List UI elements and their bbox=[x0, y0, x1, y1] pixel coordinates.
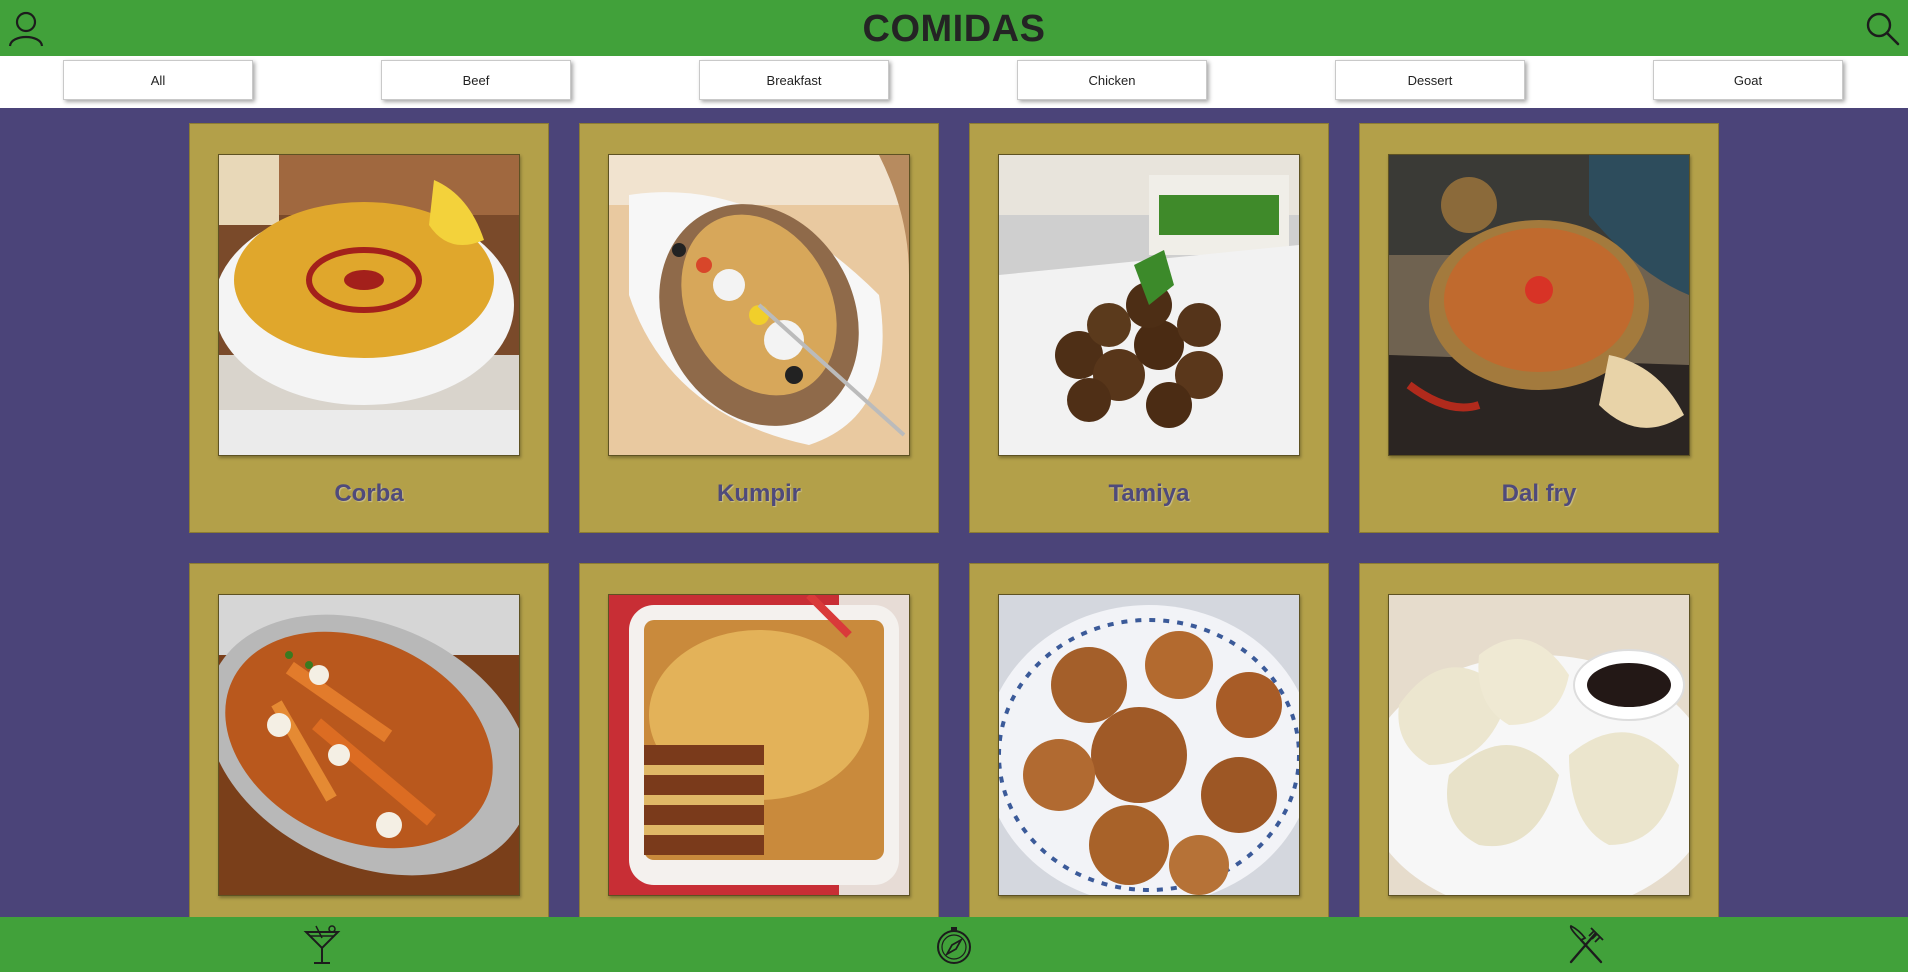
filter-goat-button[interactable]: Goat bbox=[1653, 60, 1843, 100]
app-title: COMIDAS bbox=[862, 8, 1046, 50]
meal-card[interactable]: Tamiya bbox=[969, 123, 1329, 533]
app-header: COMIDAS bbox=[0, 0, 1908, 56]
meal-photo-lentil-soup bbox=[218, 154, 520, 456]
category-filter-bar: All Beef Breakfast Chicken Dessert Goat bbox=[0, 56, 1908, 108]
meal-card[interactable]: Dal fry bbox=[1359, 123, 1719, 533]
meal-name: Dal fry bbox=[1501, 480, 1577, 507]
meal-grid: Corba Kumpir Tamiya Dal fry bbox=[0, 108, 1908, 917]
meal-name: Tamiya bbox=[1108, 480, 1190, 507]
meal-card[interactable]: Corba bbox=[189, 123, 549, 533]
meals-nav-button[interactable] bbox=[1564, 923, 1608, 967]
meal-card[interactable] bbox=[969, 563, 1329, 917]
meal-card[interactable] bbox=[579, 563, 939, 917]
filter-dessert-button[interactable]: Dessert bbox=[1335, 60, 1525, 100]
meal-card[interactable]: Kumpir bbox=[579, 123, 939, 533]
meal-photo-poutine bbox=[218, 594, 520, 896]
meal-photo-dumplings bbox=[1388, 594, 1690, 896]
meal-name: Kumpir bbox=[717, 480, 801, 507]
drinks-nav-button[interactable] bbox=[300, 923, 344, 967]
meal-photo-falafel bbox=[998, 154, 1300, 456]
filter-breakfast-button[interactable]: Breakfast bbox=[699, 60, 889, 100]
meal-card[interactable] bbox=[1359, 563, 1719, 917]
meal-photo-dal bbox=[1388, 154, 1690, 456]
search-button[interactable] bbox=[1862, 8, 1902, 48]
filter-all-button[interactable]: All bbox=[63, 60, 253, 100]
meal-name: Corba bbox=[334, 480, 404, 507]
meal-card[interactable] bbox=[189, 563, 549, 917]
filter-beef-button[interactable]: Beef bbox=[381, 60, 571, 100]
meal-photo-lasagna bbox=[608, 594, 910, 896]
filter-chicken-button[interactable]: Chicken bbox=[1017, 60, 1207, 100]
fork-knife-icon bbox=[1569, 924, 1604, 964]
meal-photo-stuffed-potato bbox=[608, 154, 910, 456]
search-icon bbox=[1866, 12, 1900, 46]
meal-photo-doughnuts bbox=[998, 594, 1300, 896]
explore-nav-button[interactable] bbox=[932, 923, 976, 967]
bottom-nav bbox=[0, 917, 1908, 972]
cocktail-icon bbox=[303, 925, 341, 964]
compass-icon bbox=[937, 927, 971, 964]
